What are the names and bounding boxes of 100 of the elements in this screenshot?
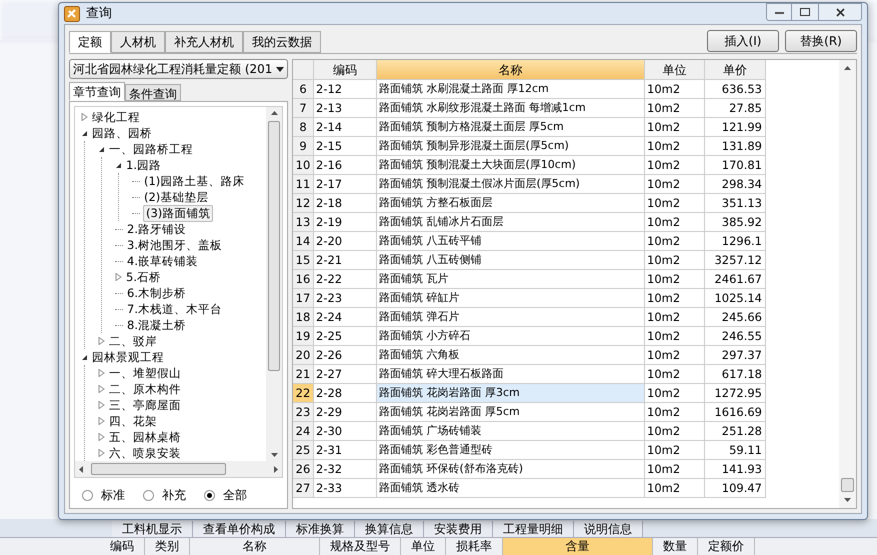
tree-item[interactable]: 绿化工程 xyxy=(91,110,141,124)
scrollbar-thumb[interactable] xyxy=(268,121,280,371)
background-tab[interactable]: 换算信息 xyxy=(355,521,424,537)
table-cell: 2-24 xyxy=(314,308,377,327)
table-cell: 2-33 xyxy=(314,479,377,498)
table-cell: 141.93 xyxy=(705,460,766,479)
tree-item[interactable]: 7.木栈道、木平台 xyxy=(126,302,223,316)
radio-button[interactable] xyxy=(143,490,154,500)
tree-item[interactable]: 二、原木构件 xyxy=(108,382,182,396)
tab[interactable]: 补充人材机 xyxy=(165,31,243,53)
horizontal-scrollbar[interactable] xyxy=(75,461,282,477)
scroll-right-icon xyxy=(274,466,278,472)
library-dropdown[interactable]: 河北省园林绿化工程消耗量定额 (201 xyxy=(69,59,288,79)
tree-item[interactable]: 六、喷泉安装 xyxy=(108,446,182,460)
collapsed-triangle-icon[interactable] xyxy=(98,401,105,409)
tree-item[interactable]: 一、园路桥工程 xyxy=(108,142,194,156)
action-button[interactable]: 插入(I) xyxy=(707,30,779,52)
close-button[interactable] xyxy=(818,3,862,21)
tree-item[interactable]: 二、驳岸 xyxy=(108,334,158,348)
table-cell: 351.13 xyxy=(705,194,766,213)
tree-item[interactable]: (1)园路土基、路床 xyxy=(143,174,246,188)
table-cell: 10m2 xyxy=(645,346,705,365)
table-cell: 617.18 xyxy=(705,365,766,384)
table-cell: 297.37 xyxy=(705,346,766,365)
radio-label: 补充 xyxy=(162,487,186,504)
collapsed-triangle-icon[interactable] xyxy=(98,369,105,377)
background-tab[interactable]: 工程量明细 xyxy=(493,521,574,537)
table-cell: 路面铺筑 瓦片 xyxy=(377,270,645,289)
table-cell: 10m2 xyxy=(645,194,705,213)
tree-item[interactable]: 5.石桥 xyxy=(125,270,162,284)
vertical-scrollbar[interactable] xyxy=(266,107,282,461)
expanded-triangle-icon[interactable] xyxy=(115,162,122,168)
tab[interactable]: 人材机 xyxy=(111,31,165,53)
collapsed-triangle-icon[interactable] xyxy=(98,337,105,345)
table-cell: 路面铺筑 弹石片 xyxy=(377,308,645,327)
column-header: 数量 xyxy=(653,538,698,555)
action-button[interactable]: 替换(R) xyxy=(785,30,857,52)
table-cell: 10m2 xyxy=(645,118,705,137)
table-cell: 2-29 xyxy=(314,403,377,422)
table-cell: 路面铺筑 乱铺冰片石面层 xyxy=(377,213,645,232)
table-cell: 10m2 xyxy=(645,403,705,422)
tree-item[interactable]: 一、堆塑假山 xyxy=(108,366,182,380)
column-header: 编码 xyxy=(100,538,145,555)
expanded-triangle-icon[interactable] xyxy=(81,130,88,136)
background-tab[interactable]: 查看单价构成 xyxy=(193,521,286,537)
background-tab[interactable]: 工料机显示 xyxy=(112,521,193,537)
scrollbar-thumb[interactable] xyxy=(841,478,854,492)
tree-item[interactable]: 四、花架 xyxy=(108,414,158,428)
tree-item[interactable]: 园路、园桥 xyxy=(91,126,153,140)
row-number: 23 xyxy=(293,403,314,422)
tree-item[interactable]: 3.树池围牙、盖板 xyxy=(126,238,223,252)
tree-item[interactable]: 五、园林桌椅 xyxy=(108,430,182,444)
table-cell: 2-13 xyxy=(314,99,377,118)
collapsed-triangle-icon[interactable] xyxy=(98,417,105,425)
table-cell: 2-19 xyxy=(314,213,377,232)
collapsed-triangle-icon[interactable] xyxy=(98,433,105,441)
tree-item[interactable]: (3)路面铺筑 xyxy=(143,204,214,222)
collapsed-triangle-icon[interactable] xyxy=(115,273,122,281)
tree-item[interactable]: (2)基础垫层 xyxy=(143,190,210,204)
row-number: 14 xyxy=(293,232,314,251)
row-number: 6 xyxy=(293,80,314,99)
row-number: 19 xyxy=(293,327,314,346)
collapsed-triangle-icon[interactable] xyxy=(98,385,105,393)
expanded-triangle-icon[interactable] xyxy=(98,146,105,152)
row-number: 12 xyxy=(293,194,314,213)
tree-item[interactable]: 2.路牙铺设 xyxy=(126,222,187,236)
tree-item[interactable]: 8.混凝土桥 xyxy=(126,318,187,332)
collapsed-triangle-icon[interactable] xyxy=(81,113,88,121)
table-cell: 10m2 xyxy=(645,479,705,498)
scroll-down-icon xyxy=(270,453,278,457)
row-number: 10 xyxy=(293,156,314,175)
sub-tab[interactable]: 章节查询 xyxy=(69,82,125,101)
radio-button[interactable] xyxy=(82,490,93,500)
column-header: 单位 xyxy=(645,60,705,80)
table-cell: 10m2 xyxy=(645,460,705,479)
tab[interactable]: 定额 xyxy=(69,31,111,53)
tree-item[interactable]: 园林景观工程 xyxy=(91,350,165,364)
expanded-triangle-icon[interactable] xyxy=(81,354,88,360)
table-cell: 路面铺筑 八五砖侧铺 xyxy=(377,251,645,270)
tree-item[interactable]: 三、亭廊屋面 xyxy=(108,398,182,412)
table-cell: 路面铺筑 水刷纹形混凝土路面 每增减1cm xyxy=(377,99,645,118)
tab[interactable]: 我的云数据 xyxy=(243,31,321,53)
collapsed-triangle-icon[interactable] xyxy=(98,449,105,457)
background-tab[interactable]: 安装费用 xyxy=(424,521,493,537)
sub-tab[interactable]: 条件查询 xyxy=(125,84,181,101)
tree-item[interactable]: 4.嵌草砖铺装 xyxy=(126,254,199,268)
row-number: 26 xyxy=(293,460,314,479)
minimize-button[interactable] xyxy=(766,3,792,21)
table-cell: 路面铺筑 六角板 xyxy=(377,346,645,365)
background-tab[interactable]: 说明信息 xyxy=(574,521,643,537)
tree-item[interactable]: 1.园路 xyxy=(125,158,162,172)
background-tab[interactable]: 标准换算 xyxy=(286,521,355,537)
scrollbar-thumb[interactable] xyxy=(91,463,226,475)
radio-button[interactable] xyxy=(204,490,215,500)
tree-item[interactable]: 6.木制步桥 xyxy=(126,286,187,300)
maximize-button[interactable] xyxy=(792,3,818,21)
row-number: 18 xyxy=(293,308,314,327)
table-cell: 1025.14 xyxy=(705,289,766,308)
vertical-scrollbar[interactable] xyxy=(839,60,856,508)
table-cell: 10m2 xyxy=(645,80,705,99)
